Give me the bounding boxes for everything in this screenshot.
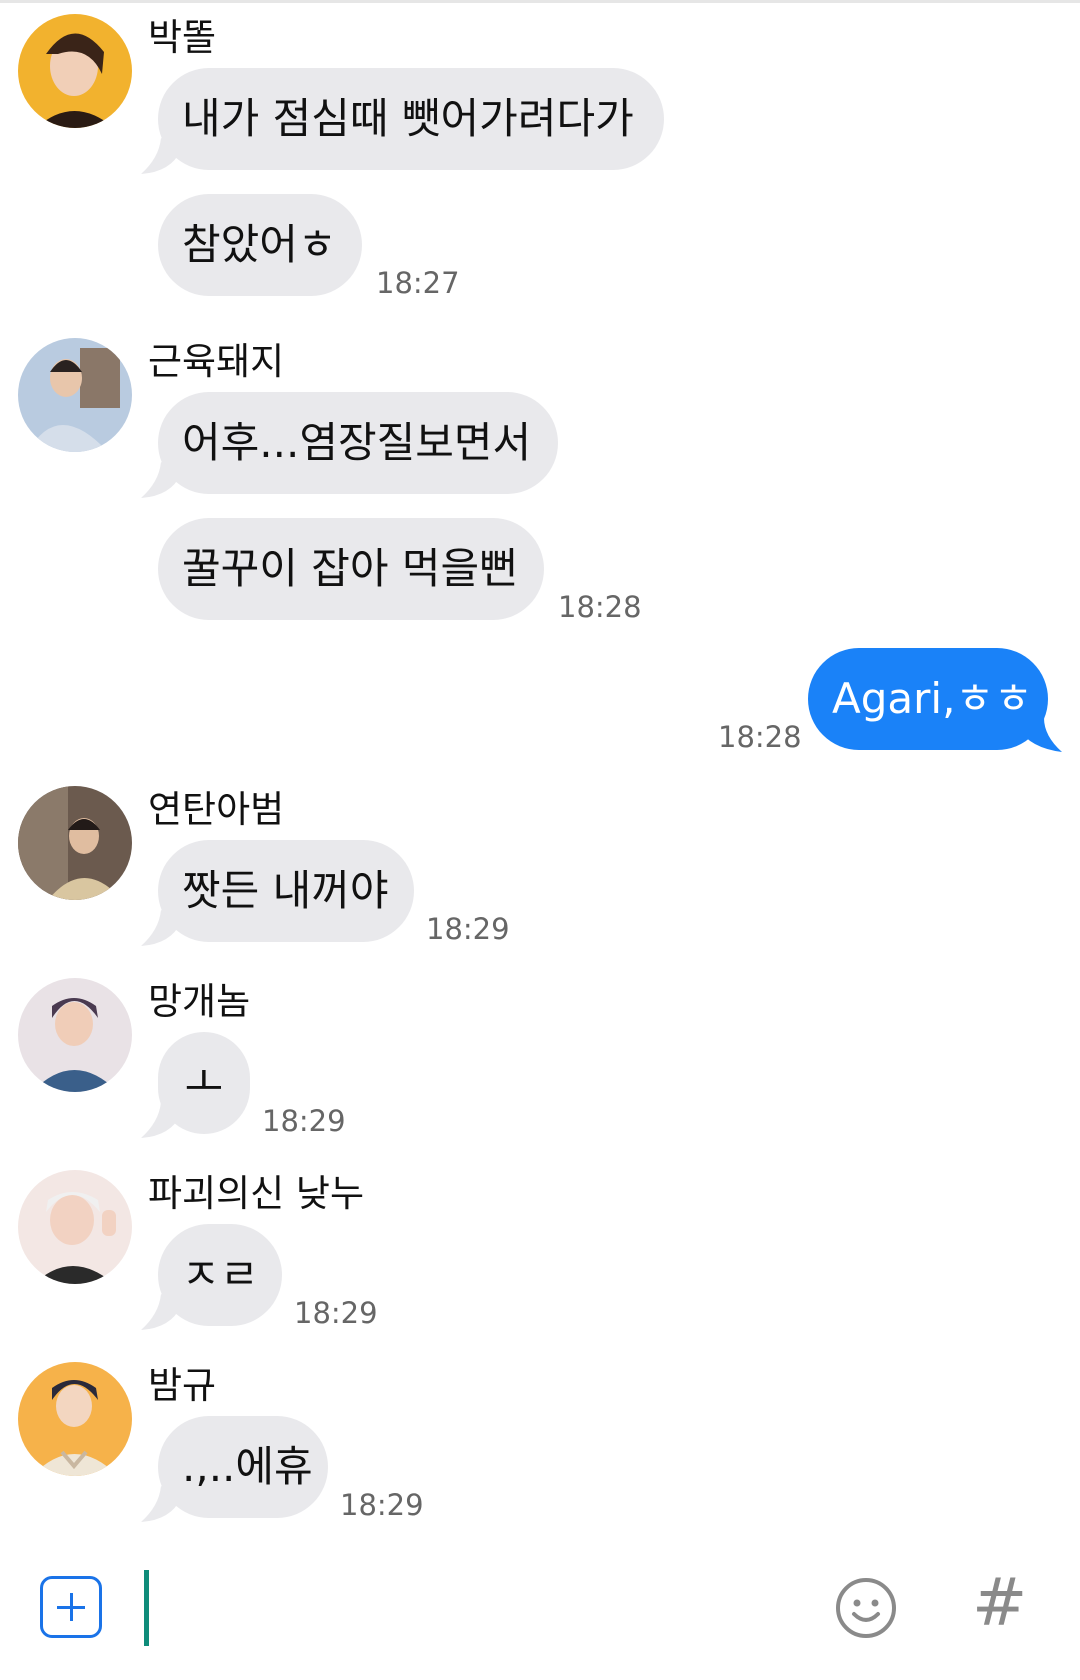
sender-name: 연탄아범: [148, 788, 285, 831]
message-bubble[interactable]: 내가 점심때 뺏어가려다가: [158, 68, 664, 170]
avatar-image: [18, 1362, 132, 1476]
timestamp: 18:29: [294, 1296, 378, 1330]
avatar[interactable]: [18, 14, 132, 128]
my-message-bubble[interactable]: Agari,ㅎㅎ: [808, 648, 1048, 750]
plus-square-icon[interactable]: [40, 1576, 102, 1638]
message-bubble[interactable]: ㅈㄹ: [158, 1224, 282, 1326]
avatar[interactable]: [18, 338, 132, 452]
avatar[interactable]: [18, 978, 132, 1092]
sender-name: 파괴의신 낮누: [148, 1172, 365, 1215]
message-bubble[interactable]: .,..에휴: [158, 1416, 328, 1518]
timestamp: 18:27: [376, 266, 460, 300]
avatar-image: [18, 786, 132, 900]
sender-name: 박똘: [148, 16, 217, 59]
timestamp: 18:28: [718, 720, 802, 754]
avatar[interactable]: [18, 1170, 132, 1284]
avatar[interactable]: [18, 786, 132, 900]
top-divider: [0, 0, 1080, 3]
timestamp: 18:29: [426, 912, 510, 946]
bubble-tail: [1018, 718, 1062, 752]
message-bubble[interactable]: ㅗ: [158, 1032, 250, 1134]
avatar[interactable]: [18, 1362, 132, 1476]
message-composer: #: [0, 1566, 1080, 1680]
message-bubble[interactable]: 참았어ㅎ: [158, 194, 362, 296]
timestamp: 18:29: [340, 1488, 424, 1522]
avatar-image: [18, 1170, 132, 1284]
smile-icon[interactable]: [834, 1576, 898, 1640]
avatar-image: [18, 338, 132, 452]
message-bubble[interactable]: 꿀꾸이 잡아 먹을뻔: [158, 518, 544, 620]
message-input[interactable]: [144, 1570, 149, 1646]
hash-icon[interactable]: #: [972, 1568, 1027, 1638]
sender-name: 밤규: [148, 1364, 217, 1407]
sender-name: 망개놈: [148, 980, 251, 1023]
message-bubble[interactable]: 어후...염장질보면서: [158, 392, 558, 494]
sender-name: 근육돼지: [148, 340, 285, 383]
timestamp: 18:29: [262, 1104, 346, 1138]
message-bubble[interactable]: 짯든 내꺼야: [158, 840, 414, 942]
avatar-image: [18, 978, 132, 1092]
avatar-image: [18, 14, 132, 128]
timestamp: 18:28: [558, 590, 642, 624]
